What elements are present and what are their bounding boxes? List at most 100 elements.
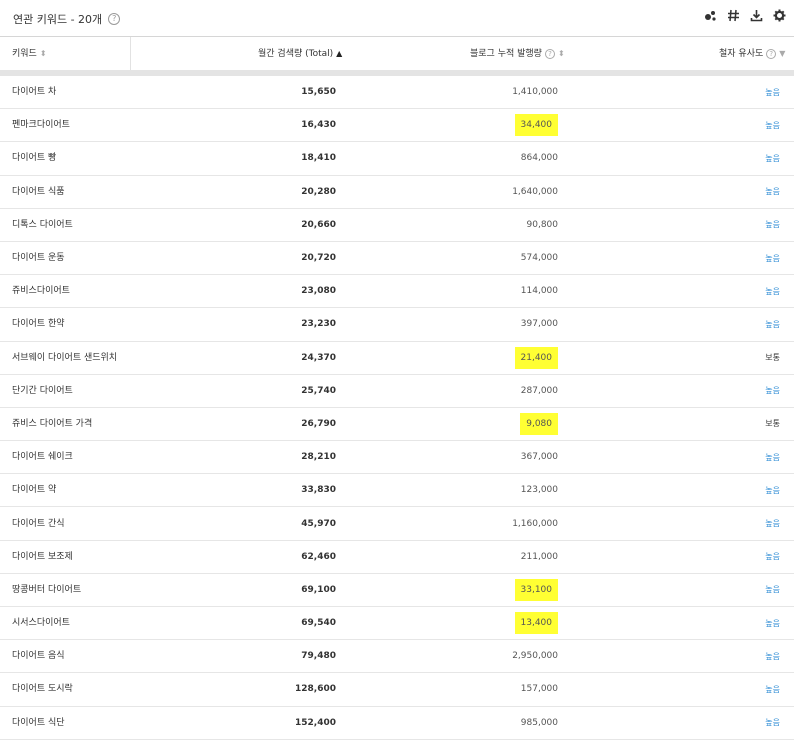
blog-count-text: 114,000 bbox=[520, 286, 558, 297]
keyword-cell[interactable]: 다이어트 보조제 bbox=[12, 541, 122, 573]
keyword-cell[interactable]: 다이어트 쉐이크 bbox=[12, 441, 122, 473]
keyword-text: 다이어트 보조제 bbox=[12, 551, 73, 562]
similarity-cell[interactable]: 높음 bbox=[765, 507, 780, 539]
volume-cell: 79,480 bbox=[301, 640, 336, 672]
similarity-text: 높음 bbox=[765, 585, 780, 595]
panel-title: 연관 키워드 - 20개 bbox=[13, 13, 103, 26]
help-icon[interactable]: ? bbox=[544, 48, 555, 59]
similarity-cell[interactable]: 높음 bbox=[765, 76, 780, 108]
keyword-cell[interactable]: 다이어트 도시락 bbox=[12, 673, 122, 705]
similarity-cell[interactable]: 높음 bbox=[765, 673, 780, 705]
keyword-cell[interactable]: 시서스다이어트 bbox=[12, 607, 122, 639]
table-row[interactable]: 다이어트 식품 20,280 1,640,000 높음 bbox=[0, 176, 794, 209]
volume-text: 33,830 bbox=[301, 485, 336, 496]
table-row[interactable]: 서브웨이 다이어트 샌드위치 24,370 21,400 보통 bbox=[0, 342, 794, 375]
similarity-text: 높음 bbox=[765, 618, 780, 628]
table-row[interactable]: 다이어트 간식 45,970 1,160,000 높음 bbox=[0, 507, 794, 541]
hashtag-icon[interactable] bbox=[727, 9, 740, 22]
table-row[interactable]: 디톡스 다이어트 20,660 90,800 높음 bbox=[0, 209, 794, 242]
table-row[interactable]: 단기간 다이어트 25,740 287,000 높음 bbox=[0, 375, 794, 408]
table-row[interactable]: 다이어트 한약 23,230 397,000 높음 bbox=[0, 308, 794, 342]
volume-cell: 62,460 bbox=[301, 541, 336, 573]
column-keyword[interactable]: 키워드 ⬍ bbox=[12, 37, 47, 70]
help-icon[interactable]: ? bbox=[766, 48, 777, 59]
column-similarity-label: 철자 유사도 bbox=[719, 49, 764, 59]
similarity-cell[interactable]: 높음 bbox=[765, 142, 780, 174]
keyword-cell[interactable]: 쥬비스 다이어트 가격 bbox=[12, 408, 122, 440]
keyword-cell[interactable]: 다이어트 빵 bbox=[12, 142, 122, 174]
similarity-cell[interactable]: 높음 bbox=[765, 541, 780, 573]
column-similarity[interactable]: 철자 유사도? ▼ bbox=[719, 37, 785, 70]
volume-cell: 20,720 bbox=[301, 242, 336, 274]
keyword-cell[interactable]: 다이어트 음식 bbox=[12, 640, 122, 672]
similarity-cell[interactable]: 높음 bbox=[765, 209, 780, 241]
sort-up-icon[interactable]: ▲ bbox=[336, 49, 342, 58]
filter-icon[interactable]: ▼ bbox=[779, 49, 785, 58]
table-row[interactable]: 다이어트 차 15,650 1,410,000 높음 bbox=[0, 76, 794, 110]
similarity-cell[interactable]: 보통 bbox=[765, 342, 780, 374]
table-row[interactable]: 땅콩버터 다이어트 69,100 33,100 높음 bbox=[0, 574, 794, 607]
keyword-cell[interactable]: 서브웨이 다이어트 샌드위치 bbox=[12, 342, 122, 374]
keyword-cell[interactable]: 다이어트 식품 bbox=[12, 176, 122, 208]
sort-icon[interactable]: ⬍ bbox=[40, 49, 47, 58]
table-row[interactable]: 시서스다이어트 69,540 13,400 높음 bbox=[0, 607, 794, 641]
keyword-cell[interactable]: 다이어트 운동 bbox=[12, 242, 122, 274]
table-row[interactable]: 쥬비스다이어트 23,080 114,000 높음 bbox=[0, 275, 794, 309]
table-row[interactable]: 쥬비스 다이어트 가격 26,790 9,080 보통 bbox=[0, 408, 794, 442]
similarity-text: 높음 bbox=[765, 319, 780, 329]
keyword-text: 단기간 다이어트 bbox=[12, 385, 73, 396]
similarity-cell[interactable]: 높음 bbox=[765, 375, 780, 407]
keyword-cell[interactable]: 다이어트 차 bbox=[12, 76, 122, 108]
table-row[interactable]: 다이어트 빵 18,410 864,000 높음 bbox=[0, 142, 794, 176]
similarity-cell[interactable]: 높음 bbox=[765, 640, 780, 672]
volume-cell: 69,540 bbox=[301, 607, 336, 639]
download-icon[interactable] bbox=[750, 9, 763, 22]
blog-count-text: 90,800 bbox=[526, 219, 559, 230]
similarity-text: 높음 bbox=[765, 286, 780, 296]
table-row[interactable]: 다이어트 보조제 62,460 211,000 높음 bbox=[0, 541, 794, 574]
keyword-cell[interactable]: 땅콩버터 다이어트 bbox=[12, 574, 122, 606]
keyword-text: 다이어트 식단 bbox=[12, 717, 65, 728]
keyword-text: 서브웨이 다이어트 샌드위치 bbox=[12, 352, 118, 363]
help-icon[interactable]: ? bbox=[108, 13, 121, 25]
table-row[interactable]: 다이어트 식단 152,400 985,000 높음 bbox=[0, 707, 794, 740]
volume-cell: 45,970 bbox=[301, 507, 336, 539]
table-row[interactable]: 펜마크다이어트 16,430 34,400 높음 bbox=[0, 109, 794, 143]
column-blog-count[interactable]: 블로그 누적 발행량? ⬍ bbox=[470, 37, 565, 70]
similarity-cell[interactable]: 높음 bbox=[765, 275, 780, 307]
column-monthly-volume[interactable]: 월간 검색량 (Total) ▲ bbox=[258, 37, 342, 70]
column-keyword-label: 키워드 bbox=[12, 49, 37, 59]
gear-icon[interactable] bbox=[773, 9, 786, 22]
similarity-cell[interactable]: 높음 bbox=[765, 176, 780, 208]
keyword-cell[interactable]: 단기간 다이어트 bbox=[12, 375, 122, 407]
similarity-cell[interactable]: 높음 bbox=[765, 242, 780, 274]
sort-icon[interactable]: ⬍ bbox=[558, 49, 565, 58]
table-row[interactable]: 다이어트 도시락 128,600 157,000 높음 bbox=[0, 673, 794, 707]
similarity-cell[interactable]: 높음 bbox=[765, 474, 780, 506]
similarity-cell[interactable]: 높음 bbox=[765, 109, 780, 141]
blog-count-cell: 1,160,000 bbox=[512, 507, 558, 539]
keyword-cell[interactable]: 다이어트 식단 bbox=[12, 707, 122, 739]
similarity-cell[interactable]: 높음 bbox=[765, 441, 780, 473]
keyword-cell[interactable]: 다이어트 간식 bbox=[12, 507, 122, 539]
keyword-text: 펜마크다이어트 bbox=[12, 120, 70, 131]
blog-count-cell: 114,000 bbox=[521, 275, 558, 307]
blog-count-cell: 574,000 bbox=[521, 242, 558, 274]
similarity-cell[interactable]: 보통 bbox=[765, 408, 780, 440]
table-row[interactable]: 다이어트 음식 79,480 2,950,000 높음 bbox=[0, 640, 794, 674]
table-row[interactable]: 다이어트 약 33,830 123,000 높음 bbox=[0, 474, 794, 508]
column-monthly-volume-label: 월간 검색량 (Total) bbox=[258, 49, 334, 59]
keyword-cell[interactable]: 쥬비스다이어트 bbox=[12, 275, 122, 307]
table-row[interactable]: 다이어트 쉐이크 28,210 367,000 높음 bbox=[0, 441, 794, 475]
similarity-cell[interactable]: 높음 bbox=[765, 607, 780, 639]
cluster-icon[interactable] bbox=[704, 9, 717, 22]
similarity-cell[interactable]: 높음 bbox=[765, 308, 780, 340]
keyword-cell[interactable]: 다이어트 약 bbox=[12, 474, 122, 506]
similarity-cell[interactable]: 높음 bbox=[765, 707, 780, 739]
similarity-cell[interactable]: 높음 bbox=[765, 574, 780, 606]
table-row[interactable]: 다이어트 운동 20,720 574,000 높음 bbox=[0, 242, 794, 276]
keyword-cell[interactable]: 펜마크다이어트 bbox=[12, 109, 122, 141]
volume-text: 152,400 bbox=[295, 717, 336, 728]
keyword-cell[interactable]: 다이어트 한약 bbox=[12, 308, 122, 340]
keyword-cell[interactable]: 디톡스 다이어트 bbox=[12, 209, 122, 241]
